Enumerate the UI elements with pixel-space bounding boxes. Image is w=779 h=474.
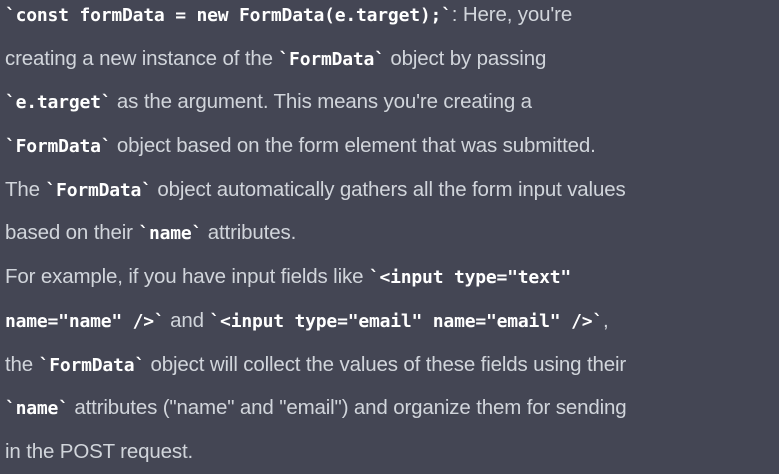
inline-code: `<input type="text" — [368, 267, 571, 289]
text-line: The `FormData` object automatically gath… — [5, 168, 779, 212]
text-line: based on their `name` attributes. — [5, 211, 779, 255]
text-span: For example, if you have input fields li… — [5, 265, 369, 289]
text-span: creating a new instance of the — [5, 46, 279, 70]
text-span: attributes. — [202, 221, 297, 245]
text-line: `const formData = new FormData(e.target)… — [5, 0, 779, 37]
inline-code: `name` — [5, 398, 69, 420]
explanation-text: `const formData = new FormData(e.target)… — [5, 0, 779, 474]
text-span: and — [164, 308, 210, 332]
text-line: name="name" />` and `<input type="email"… — [5, 299, 779, 343]
text-span: in the POST request. — [5, 439, 194, 463]
text-span: object by passing — [384, 46, 547, 70]
text-span: attributes ("name" and "email") and orga… — [68, 396, 627, 420]
text-span: as the argument. This means you're creat… — [111, 90, 532, 114]
inline-code: `name` — [138, 223, 203, 245]
inline-code: `FormData` — [278, 48, 385, 70]
text-span: object based on the form element that wa… — [111, 134, 596, 158]
text-span: , — [603, 308, 609, 332]
text-line: `FormData` object based on the form elem… — [5, 124, 779, 168]
text-line: the `FormData` object will collect the v… — [5, 343, 779, 387]
text-span: the — [5, 352, 39, 376]
inline-code: `FormData` — [5, 136, 112, 158]
text-line: `e.target` as the argument. This means y… — [5, 80, 779, 124]
inline-code: name="name" />` — [5, 310, 165, 332]
text-line: `name` attributes ("name" and "email") a… — [5, 386, 779, 430]
text-span: : Here, you're — [451, 3, 573, 26]
text-span: The — [5, 177, 46, 201]
text-line: in the POST request. — [5, 430, 779, 474]
inline-code: `FormData` — [38, 354, 146, 376]
text-line: For example, if you have input fields li… — [5, 255, 779, 299]
inline-code: `e.target` — [5, 92, 112, 114]
text-span: object will collect the values of these … — [144, 352, 627, 376]
text-span: object automatically gathers all the for… — [151, 177, 626, 201]
text-span: based on their — [5, 221, 139, 245]
inline-code: `const formData = new FormData(e.target)… — [5, 5, 452, 26]
chat-response-panel: `const formData = new FormData(e.target)… — [0, 0, 779, 463]
text-line: creating a new instance of the `FormData… — [5, 37, 779, 81]
inline-code: `<input type="email" name="email" />` — [209, 310, 603, 332]
inline-code: `FormData` — [45, 179, 152, 201]
